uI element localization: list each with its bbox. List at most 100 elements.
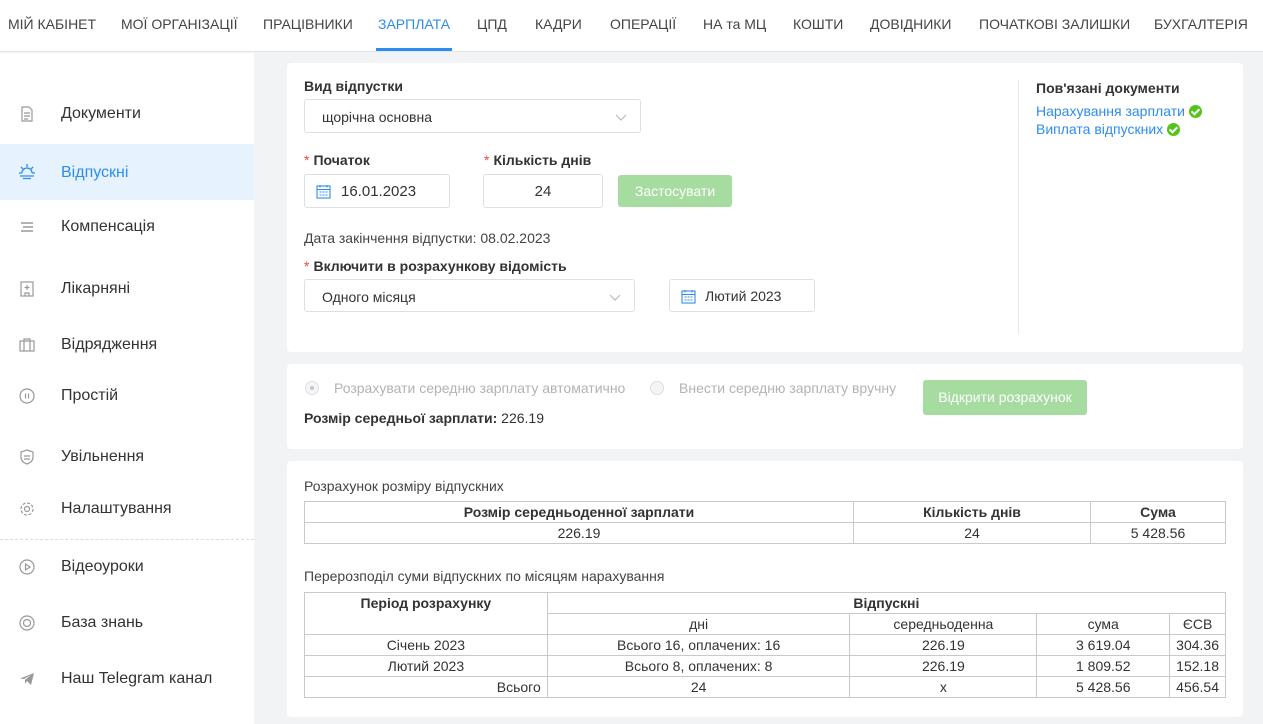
cell-sum: 5 428.56 xyxy=(1090,522,1226,544)
sidebar-item-telegram[interactable]: Наш Telegram канал xyxy=(0,652,254,706)
header-sum: Сума xyxy=(1090,501,1226,523)
shield-icon xyxy=(20,449,34,465)
cell-total-avg: x xyxy=(849,676,1038,698)
sidebar-item-downtime[interactable]: Простій xyxy=(0,369,254,423)
cell-period: Лютий 2023 xyxy=(304,655,548,677)
subheader-days: дні xyxy=(546,613,851,635)
table-row: Січень 2023 Всього 16, оплачених: 16 226… xyxy=(304,634,1226,656)
sidebar-item-label: База знань xyxy=(61,614,144,631)
active-tab-indicator xyxy=(376,48,452,51)
cell-total-sum: 5 428.56 xyxy=(1036,676,1171,698)
average-salary-card xyxy=(287,364,1243,449)
start-date-input[interactable]: 16.01.2023 xyxy=(304,174,450,208)
sidebar-item-label: Відеоуроки xyxy=(61,558,144,575)
auto-calc-label: Розрахувати середню зарплату автоматично xyxy=(334,380,626,396)
manual-entry-radio[interactable] xyxy=(650,381,664,395)
nav-employees[interactable]: ПРАЦІВНИКИ xyxy=(263,16,353,32)
vacation-calc-table: Розмір середньоденної зарплати Кількість… xyxy=(304,501,1226,544)
document-icon xyxy=(21,106,33,122)
link-salary-accrual[interactable]: Нарахування зарплати xyxy=(1036,103,1202,119)
top-navigation: МІЙ КАБІНЕТ МОЇ ОРГАНІЗАЦІЇ ПРАЦІВНИКИ З… xyxy=(0,0,1263,52)
table-row: 226.19 24 5 428.56 xyxy=(304,522,1226,544)
calc-title: Розрахунок розміру відпускних xyxy=(304,478,504,494)
sidebar-item-dismissal[interactable]: Увільнення xyxy=(0,430,254,484)
subheader-avg-daily: середньоденна xyxy=(849,613,1038,635)
cell-days: 24 xyxy=(853,522,1091,544)
distribution-table: Період розрахунку Відпускні дні середньо… xyxy=(304,592,1227,698)
start-label: * Початок xyxy=(304,152,370,168)
sidebar-item-business-trips[interactable]: Відрядження xyxy=(0,318,254,372)
cell-total-days: 24 xyxy=(546,676,851,698)
chevron-down-icon xyxy=(615,114,627,121)
cell-sum: 3 619.04 xyxy=(1036,634,1171,656)
apply-button[interactable]: Застосувати xyxy=(618,175,732,207)
nav-hr[interactable]: КАДРИ xyxy=(535,16,582,32)
nav-my-organizations[interactable]: МОЇ ОРГАНІЗАЦІЇ xyxy=(121,16,237,32)
calendar-icon xyxy=(316,185,331,199)
sidebar: Документи Відпускні Компенсація Лікарнян… xyxy=(0,53,254,724)
sidebar-item-sick-leave[interactable]: Лікарняні xyxy=(0,262,254,316)
vacation-type-select[interactable]: щорічна основна xyxy=(304,99,641,133)
header-vacation: Відпускні xyxy=(546,592,1227,614)
briefcase-icon xyxy=(19,338,35,352)
vacation-type-value: щорічна основна xyxy=(322,109,433,125)
distribution-title: Перерозподіл суми відпускних по місяцям … xyxy=(304,568,665,584)
sidebar-item-vacations[interactable]: Відпускні xyxy=(0,144,254,200)
cell-avg-daily: 226.19 xyxy=(304,522,854,544)
cell-period: Січень 2023 xyxy=(304,634,548,656)
days-input[interactable]: 24 xyxy=(483,174,603,208)
sidebar-item-label: Відпускні xyxy=(61,164,129,181)
sidebar-item-label: Відрядження xyxy=(61,336,158,353)
play-icon xyxy=(19,559,35,575)
vacation-type-label: Вид відпустки xyxy=(304,78,404,94)
nav-assets[interactable]: НА та МЦ xyxy=(703,16,766,32)
month-input[interactable]: Лютий 2023 xyxy=(669,279,815,312)
nav-my-cabinet[interactable]: МІЙ КАБІНЕТ xyxy=(8,16,96,32)
sidebar-item-documents[interactable]: Документи xyxy=(0,87,254,141)
nav-directories[interactable]: ДОВІДНИКИ xyxy=(870,16,951,32)
check-circle-icon xyxy=(1167,123,1181,136)
include-select[interactable]: Одного місяця xyxy=(304,279,635,312)
pause-icon xyxy=(19,388,35,404)
link-vacation-payment[interactable]: Виплата відпускних xyxy=(1036,121,1181,137)
sidebar-item-knowledge-base[interactable]: База знань xyxy=(0,596,254,650)
sidebar-item-label: Лікарняні xyxy=(61,280,131,297)
include-value: Одного місяця xyxy=(322,289,416,305)
nav-funds[interactable]: КОШТИ xyxy=(793,16,843,32)
lifebuoy-icon xyxy=(19,615,35,631)
sidebar-item-label: Компенсація xyxy=(61,218,155,235)
nav-operations[interactable]: ОПЕРАЦІЇ xyxy=(610,16,676,32)
sidebar-item-compensation[interactable]: Компенсація xyxy=(0,200,254,254)
month-value: Лютий 2023 xyxy=(705,288,782,304)
list-icon xyxy=(21,222,33,232)
sunrise-icon xyxy=(19,164,35,180)
average-salary-text: Розмір середньої зарплати: 226.19 xyxy=(304,410,544,426)
table-header-row: Період розрахунку Відпускні xyxy=(304,592,1227,635)
cell-days: Всього 8, оплачених: 8 xyxy=(546,655,851,677)
section-divider xyxy=(1018,80,1019,333)
table-total-row: Всього 24 x 5 428.56 456.54 xyxy=(304,676,1226,698)
cell-total-label: Всього xyxy=(304,676,548,698)
days-value: 24 xyxy=(534,183,552,200)
sidebar-item-label: Налаштування xyxy=(61,500,172,517)
auto-calc-radio[interactable] xyxy=(305,381,319,395)
cell-total-esv: 456.54 xyxy=(1169,676,1226,698)
header-period: Період розрахунку xyxy=(304,592,548,635)
sidebar-item-video-lessons[interactable]: Відеоуроки xyxy=(0,540,254,594)
nav-opening-balances[interactable]: ПОЧАТКОВІ ЗАЛИШКИ xyxy=(979,16,1130,32)
table-header-row: Розмір середньоденної зарплати Кількість… xyxy=(304,501,1226,523)
table-row: Лютий 2023 Всього 8, оплачених: 8 226.19… xyxy=(304,655,1226,677)
nav-salary[interactable]: ЗАРПЛАТА xyxy=(378,16,450,32)
subheader-esv: ЄСВ xyxy=(1169,613,1226,635)
header-avg-daily: Розмір середньоденної зарплати xyxy=(304,501,854,523)
include-label: * Включити в розрахункову відомість xyxy=(304,258,567,274)
sidebar-item-label: Наш Telegram канал xyxy=(61,670,213,687)
telegram-icon xyxy=(20,673,34,685)
sidebar-item-label: Документи xyxy=(61,105,141,122)
open-calculation-button[interactable]: Відкрити розрахунок xyxy=(923,380,1087,415)
nav-accounting[interactable]: БУХГАЛТЕРІЯ xyxy=(1154,16,1248,32)
sidebar-item-settings[interactable]: Налаштування xyxy=(0,482,254,536)
related-documents-title: Пов'язані документи xyxy=(1036,80,1180,96)
nav-cpd[interactable]: ЦПД xyxy=(477,16,507,32)
check-circle-icon xyxy=(1188,105,1202,118)
